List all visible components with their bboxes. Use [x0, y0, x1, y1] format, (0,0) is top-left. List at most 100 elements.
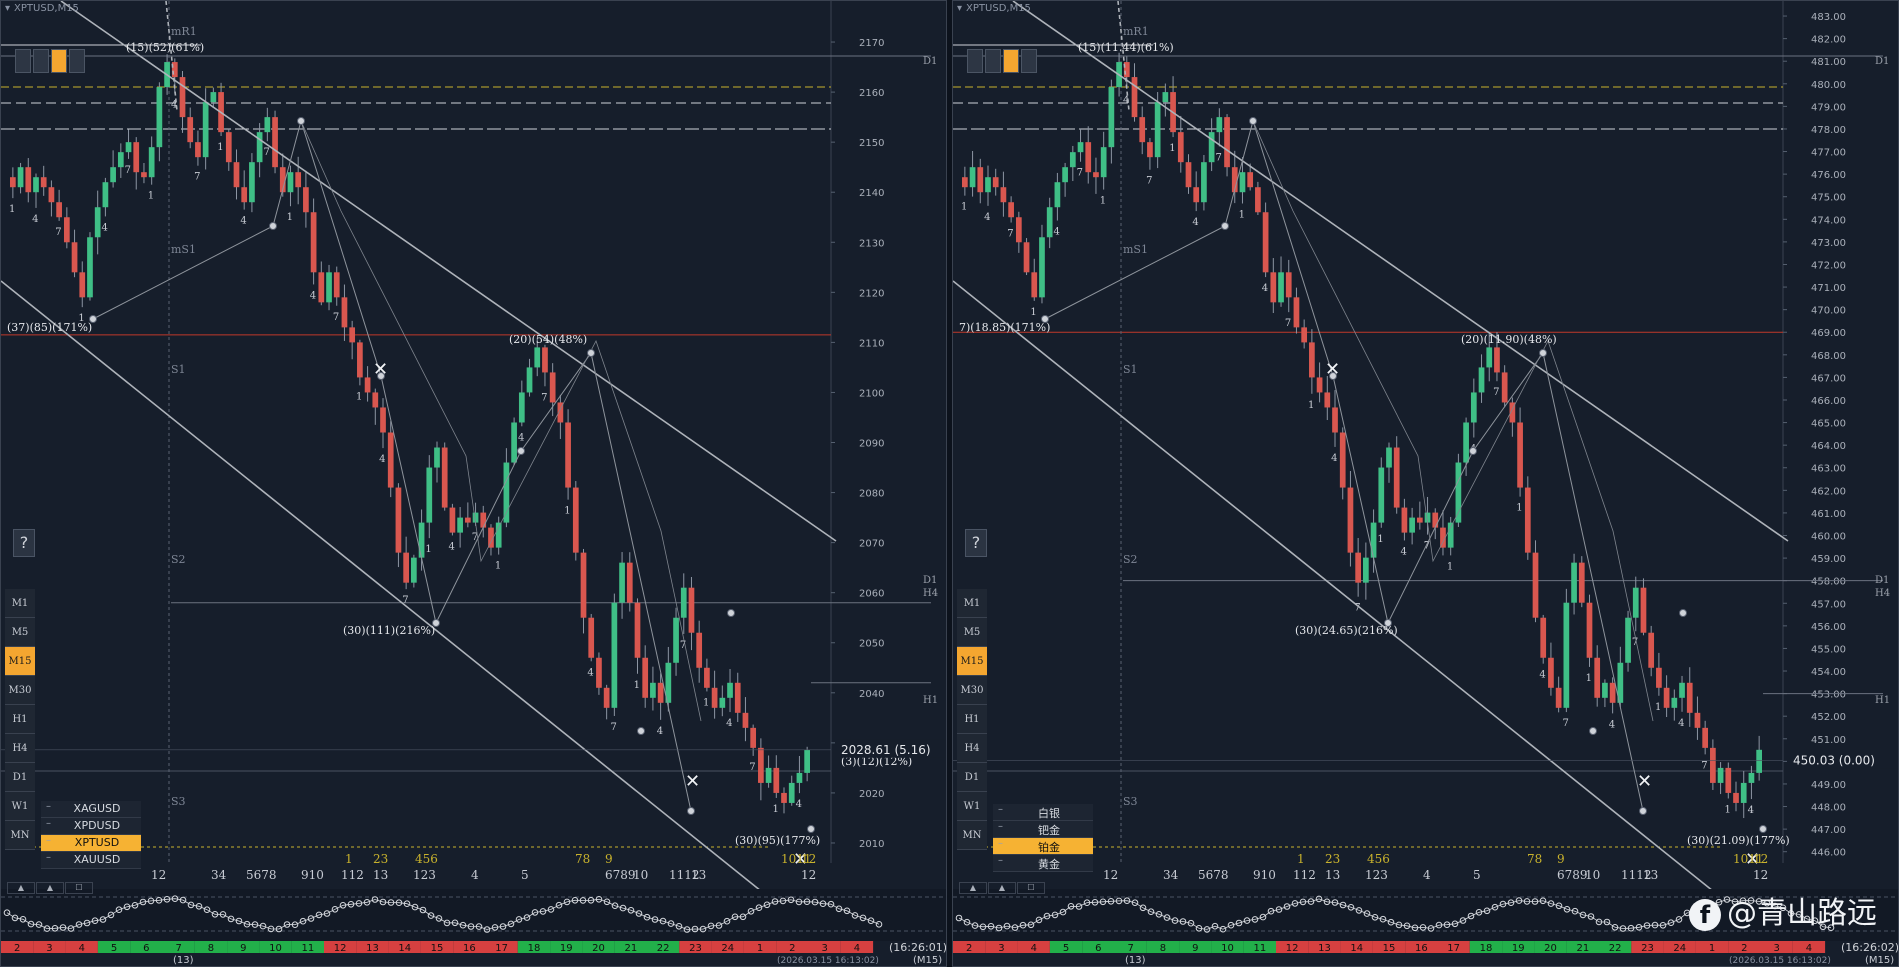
- timeframe-h4[interactable]: H4: [5, 734, 35, 763]
- chart-title: ▾ XPTUSD,M15: [957, 3, 1031, 14]
- scroll-up-icon[interactable]: ▲: [36, 882, 64, 894]
- symbol-item[interactable]: – XAUUSD: [41, 852, 141, 869]
- symbol-item[interactable]: – XPDUSD: [41, 818, 141, 835]
- timeframe-h4[interactable]: H4: [957, 734, 987, 763]
- tab-button[interactable]: [1021, 49, 1037, 73]
- tab-button[interactable]: [985, 49, 1001, 73]
- footer-tf: (M15): [1865, 955, 1894, 966]
- pivot-dot: [1249, 117, 1257, 125]
- price-tick-label: 2070: [859, 539, 884, 550]
- pivot-dot: [1221, 222, 1229, 230]
- timeframe-m1[interactable]: M1: [957, 589, 987, 618]
- symbol-label: XAGUSD: [73, 802, 121, 815]
- count-row-label: 13: [1643, 868, 1658, 882]
- timeframe-mn[interactable]: MN: [957, 821, 987, 850]
- hour-label: 12: [334, 943, 347, 954]
- nav-buttons[interactable]: ▲ ▲ ☐: [7, 875, 127, 894]
- timeframe-m5[interactable]: M5: [957, 618, 987, 647]
- candle-down: [1586, 602, 1593, 658]
- candle-up: [33, 177, 39, 193]
- price-chart[interactable]: 483.00 482.00 481.00 480.00 479.00 478.00 477.…: [953, 1, 1899, 967]
- tab-button-active[interactable]: [1003, 49, 1019, 73]
- candle-down: [657, 682, 664, 703]
- current-price-label: 2028.61 (5.16): [841, 743, 931, 757]
- chart-panel-xpdusd[interactable]: 483.00 482.00 481.00 480.00 479.00 478.00 477.…: [952, 0, 1899, 967]
- pivot-dot: [1469, 447, 1477, 455]
- nav-buttons[interactable]: ▲ ▲ ☐: [959, 875, 1079, 894]
- pivot-label: S1: [1123, 363, 1138, 376]
- minus-icon: –: [46, 801, 51, 812]
- timeframe-selector[interactable]: M1 M5 M15 M30 H1 H4 D1 W1 MN: [957, 589, 987, 850]
- window-icon[interactable]: ☐: [65, 882, 93, 894]
- hour-label: 7: [1127, 943, 1133, 954]
- window-icon[interactable]: ☐: [1017, 882, 1045, 894]
- hour-label: 21: [1576, 943, 1589, 954]
- count-row-label: 5: [521, 868, 529, 882]
- timeframe-w1[interactable]: W1: [957, 792, 987, 821]
- candle-down: [711, 687, 718, 708]
- timeframe-mn[interactable]: MN: [5, 821, 35, 850]
- symbol-item[interactable]: – 黄金: [993, 855, 1093, 872]
- symbol-item[interactable]: – XAGUSD: [41, 801, 141, 818]
- scroll-up-icon[interactable]: ▲: [7, 882, 35, 894]
- symbol-item[interactable]: – 铂金: [993, 838, 1093, 855]
- timeframe-h1[interactable]: H1: [5, 705, 35, 734]
- candle-down: [318, 272, 325, 303]
- hour-label: 17: [1447, 943, 1460, 954]
- count-label: 4: [726, 718, 732, 729]
- app: 2170 2160 2150 2140 2130 2120 2110 2100 2090 2080…: [0, 0, 1899, 967]
- hour-label: 15: [431, 943, 444, 954]
- count-row-label: 4: [1423, 868, 1431, 882]
- hour-label: 3: [821, 943, 827, 954]
- tab-button[interactable]: [15, 49, 31, 73]
- tab-button[interactable]: [967, 49, 983, 73]
- minus-icon: –: [998, 821, 1003, 832]
- timeframe-m15[interactable]: M15: [5, 647, 35, 676]
- timeframe-m5[interactable]: M5: [5, 618, 35, 647]
- timeframe-m30[interactable]: M30: [957, 676, 987, 705]
- cross-icon: ✕: [373, 359, 388, 380]
- symbol-item[interactable]: – 白银: [993, 804, 1093, 821]
- scroll-up-icon[interactable]: ▲: [988, 882, 1016, 894]
- candle-down: [1609, 682, 1616, 703]
- timeframe-h1[interactable]: H1: [957, 705, 987, 734]
- pivot-dot: [637, 727, 645, 735]
- candle-up: [1162, 92, 1169, 103]
- timeframe-w1[interactable]: W1: [5, 792, 35, 821]
- candle-down: [1694, 712, 1701, 728]
- symbol-selector[interactable]: – XAGUSD – XPDUSD – XPTUSD – XAUUSD: [41, 801, 141, 869]
- tab-button-active[interactable]: [51, 49, 67, 73]
- count-label: 7: [1215, 152, 1221, 163]
- chart-panel-xptusd[interactable]: 2170 2160 2150 2140 2130 2120 2110 2100 2090 2080…: [0, 0, 947, 967]
- toolbar-tabs[interactable]: [967, 49, 1039, 77]
- hour-label: 18: [528, 943, 541, 954]
- help-button[interactable]: ?: [965, 529, 987, 557]
- hour-label: 4: [1806, 943, 1812, 954]
- tab-button[interactable]: [69, 49, 85, 73]
- timeframe-d1[interactable]: D1: [957, 763, 987, 792]
- candle-up: [1108, 87, 1115, 148]
- symbol-item[interactable]: – 钯金: [993, 821, 1093, 838]
- price-tick-label: 454.00: [1811, 667, 1846, 678]
- symbol-selector[interactable]: – 白银 – 钯金 – 铂金 – 黄金: [993, 804, 1093, 872]
- price-chart[interactable]: 2170216021502140213021202110210020902080…: [1, 1, 947, 967]
- help-button[interactable]: ?: [13, 529, 35, 557]
- timeframe-m1[interactable]: M1: [5, 589, 35, 618]
- toolbar-tabs[interactable]: [15, 49, 87, 77]
- pivot-label: mS1: [171, 243, 196, 256]
- timeframe-m15[interactable]: M15: [957, 647, 987, 676]
- count-label: 4: [240, 216, 246, 227]
- timeframe-m30[interactable]: M30: [5, 676, 35, 705]
- timeframe-d1[interactable]: D1: [5, 763, 35, 792]
- candle-down: [1131, 77, 1138, 118]
- tab-button[interactable]: [33, 49, 49, 73]
- symbol-item[interactable]: – XPTUSD: [41, 835, 141, 852]
- scroll-up-icon[interactable]: ▲: [959, 882, 987, 894]
- hour-label: 19: [1512, 943, 1525, 954]
- pivot-dot: [1539, 349, 1547, 357]
- timeframe-selector[interactable]: M1 M5 M15 M30 H1 H4 D1 W1 MN: [5, 589, 35, 850]
- minus-icon: –: [46, 818, 51, 829]
- candle-down: [1023, 242, 1030, 273]
- candle-down: [1393, 447, 1400, 508]
- count-label: 7: [263, 147, 269, 158]
